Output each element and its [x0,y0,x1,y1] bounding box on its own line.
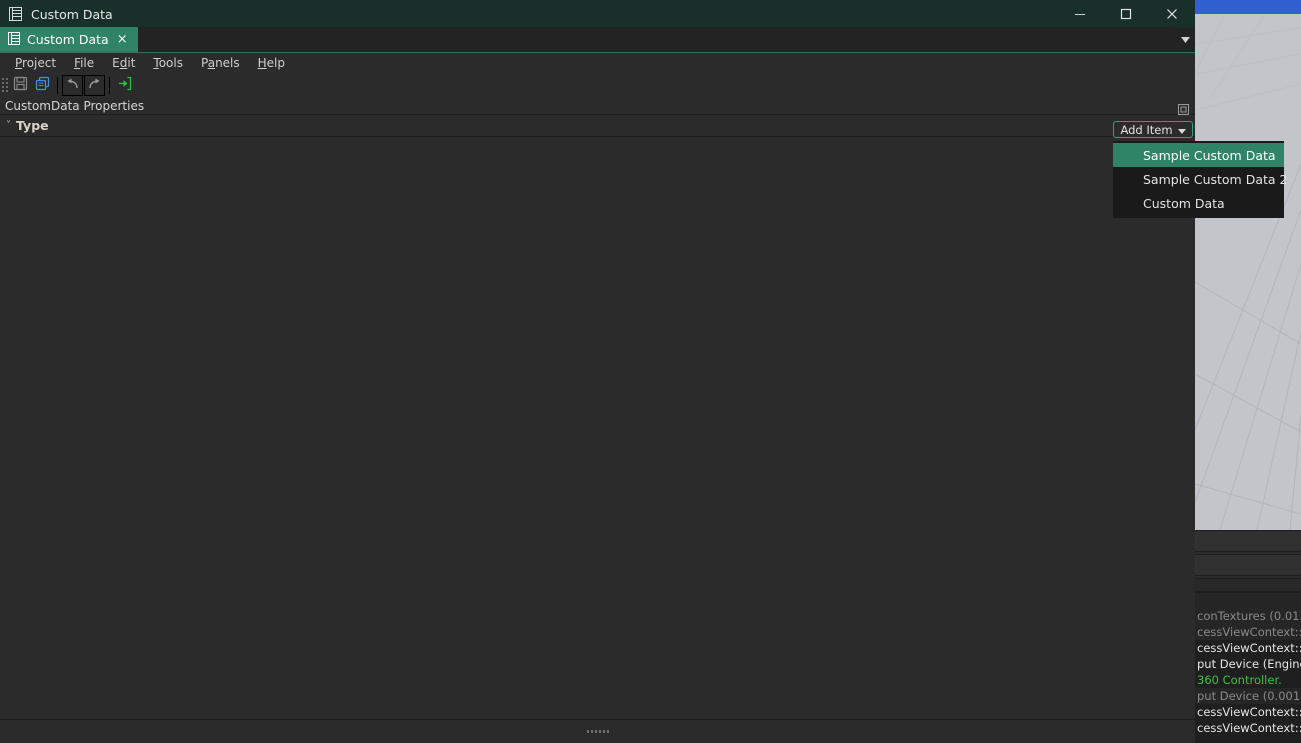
export-button[interactable] [114,75,135,96]
undo-button[interactable] [62,74,83,96]
console-line: cessViewContext::Ha [1195,704,1301,720]
console-line: cessViewContext::Se [1195,720,1301,736]
splitter-grip-icon [586,730,609,733]
undo-icon [65,76,80,95]
chevron-down-icon [1177,123,1186,137]
window-controls [1057,0,1195,28]
tab-label: Custom Data [27,32,109,47]
viewport-toolbar-row-3[interactable] [1195,578,1301,592]
viewport-grid [1195,14,1301,530]
console-line: cessViewContext::Se [1195,624,1301,640]
chevron-down-icon[interactable]: ˅ [0,120,16,131]
menu-file[interactable]: File [65,53,103,73]
export-icon [117,76,132,95]
save-as-icon [35,76,50,95]
console-line: put Device (Engine) [1195,656,1301,672]
console-line: put Device (0.001 se [1195,688,1301,704]
menu-help[interactable]: Help [249,53,294,73]
property-group-type[interactable]: ˅ Type [0,115,1195,137]
console-header[interactable] [1195,592,1301,608]
toolbar [0,73,1195,97]
menu-item-sample-custom-data-2[interactable]: Sample Custom Data 2 [1113,167,1287,191]
menu-edit[interactable]: Edit [103,53,144,73]
custom-data-editor-window: Custom Data Custom Data × Project File E… [0,0,1195,743]
save-as-button[interactable] [32,75,53,96]
console-line: cessViewContext::Ha [1195,640,1301,656]
tabbar: Custom Data × [0,27,1195,53]
property-group-label: Type [16,118,49,133]
window-title: Custom Data [31,6,113,22]
console-line: conTextures (0.013 s [1195,608,1301,624]
menu-panels[interactable]: Panels [192,53,249,73]
menu-project[interactable]: Project [6,53,65,73]
minimize-icon[interactable] [1057,0,1103,28]
background-titlebar-strip [1195,0,1301,14]
toolbar-separator [109,76,110,94]
console-output[interactable]: conTextures (0.013 s cessViewContext::Se… [1195,608,1301,743]
titlebar[interactable]: Custom Data [0,0,1195,28]
menu-item-sample-custom-data[interactable]: Sample Custom Data [1113,143,1284,167]
save-button[interactable] [10,75,31,96]
maximize-icon[interactable] [1103,0,1149,28]
toolbar-separator [57,76,58,94]
property-list-area[interactable] [0,141,1195,719]
document-data-icon [8,31,20,48]
menubar: Project File Edit Tools Panels Help [0,53,1195,73]
viewport-toolbar-row-1[interactable] [1195,530,1301,552]
menu-item-custom-data[interactable]: Custom Data [1113,191,1284,215]
close-icon[interactable] [1149,0,1195,28]
background-editor-strip: conTextures (0.013 s cessViewContext::Se… [1195,0,1301,743]
tabbar-empty-area [137,27,1175,52]
save-icon [13,76,28,95]
bottom-splitter[interactable] [0,719,1195,743]
redo-button[interactable] [84,74,105,96]
menu-tools[interactable]: Tools [144,53,192,73]
application-window: conTextures (0.013 s cessViewContext::Se… [0,0,1301,743]
add-item-button[interactable]: Add Item [1113,121,1193,138]
document-data-icon [9,7,22,21]
redo-icon [87,76,102,95]
viewport-toolbar-row-2[interactable] [1195,554,1301,576]
add-item-label: Add Item [1120,122,1173,137]
properties-title: CustomData Properties [5,98,145,113]
properties-header: CustomData Properties [0,97,1195,115]
toolbar-drag-handle[interactable] [2,76,9,94]
chevron-down-icon[interactable] [1175,27,1195,52]
tab-custom-data[interactable]: Custom Data × [0,27,138,52]
viewport-3d[interactable] [1195,14,1301,530]
console-line: 360 Controller. [1195,672,1301,688]
add-item-dropdown-menu[interactable]: Sample Custom Data Sample Custom Data 2 … [1113,141,1287,218]
close-icon[interactable]: × [116,33,129,46]
